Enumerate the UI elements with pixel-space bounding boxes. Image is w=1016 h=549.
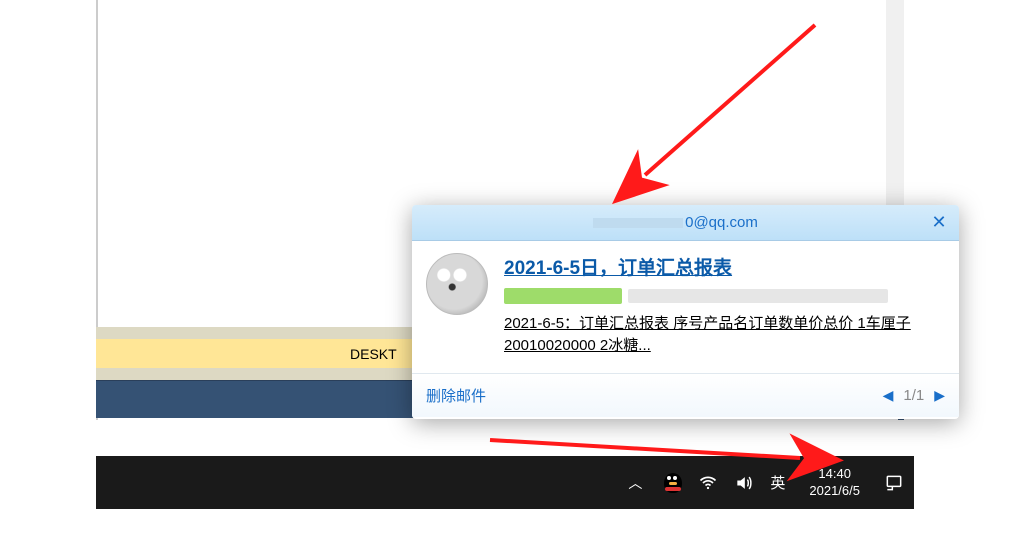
close-icon: ✕ <box>931 212 946 232</box>
prev-arrow-icon[interactable]: ◀ <box>883 387 894 404</box>
taskbar-clock[interactable]: 14:40 2021/6/5 <box>801 466 868 500</box>
volume-icon[interactable] <box>734 473 754 493</box>
action-center-icon[interactable] <box>884 473 904 493</box>
qq-tray-icon[interactable] <box>664 473 682 493</box>
taskbar: ︿ 英 14:40 2021/6/5 <box>96 456 914 509</box>
clock-date: 2021/6/5 <box>809 483 860 500</box>
popup-content: 2021-6-5日，订单汇总报表 2021-6-5：订单汇总报表 序号产品名订单… <box>504 253 945 367</box>
wifi-icon[interactable] <box>698 473 718 493</box>
sender-email: 0@qq.com <box>422 214 929 231</box>
mail-notification-popup: 0@qq.com ✕ 2021-6-5日，订单汇总报表 2021-6-5：订单汇… <box>412 205 959 419</box>
pager-text: 1/1 <box>903 387 924 404</box>
popup-footer: 删除邮件 ◀ 1/1 ▶ <box>412 373 959 417</box>
close-button[interactable]: ✕ <box>929 212 949 233</box>
tray-overflow-icon[interactable]: ︿ <box>622 467 648 499</box>
avatar <box>426 253 488 315</box>
mail-meta <box>504 285 945 307</box>
redacted-meta <box>628 289 888 303</box>
redacted-text <box>593 218 683 228</box>
popup-body: 2021-6-5日，订单汇总报表 2021-6-5：订单汇总报表 序号产品名订单… <box>412 241 959 373</box>
pager: ◀ 1/1 ▶ <box>883 387 945 404</box>
next-arrow-icon[interactable]: ▶ <box>934 387 945 404</box>
status-text: DESKT <box>350 346 397 362</box>
ime-indicator[interactable]: 英 <box>770 472 785 493</box>
delete-mail-button[interactable]: 删除邮件 <box>426 385 486 406</box>
popup-header: 0@qq.com ✕ <box>412 205 959 241</box>
mail-subject-link[interactable]: 2021-6-5日，订单汇总报表 <box>504 253 732 280</box>
system-tray: ︿ 英 14:40 2021/6/5 <box>622 466 904 500</box>
mail-preview[interactable]: 2021-6-5：订单汇总报表 序号产品名订单数单价总价 1车厘子2001002… <box>504 313 945 357</box>
redacted-sender <box>504 288 622 304</box>
clock-time: 14:40 <box>809 466 860 483</box>
email-suffix: 0@qq.com <box>685 214 758 231</box>
